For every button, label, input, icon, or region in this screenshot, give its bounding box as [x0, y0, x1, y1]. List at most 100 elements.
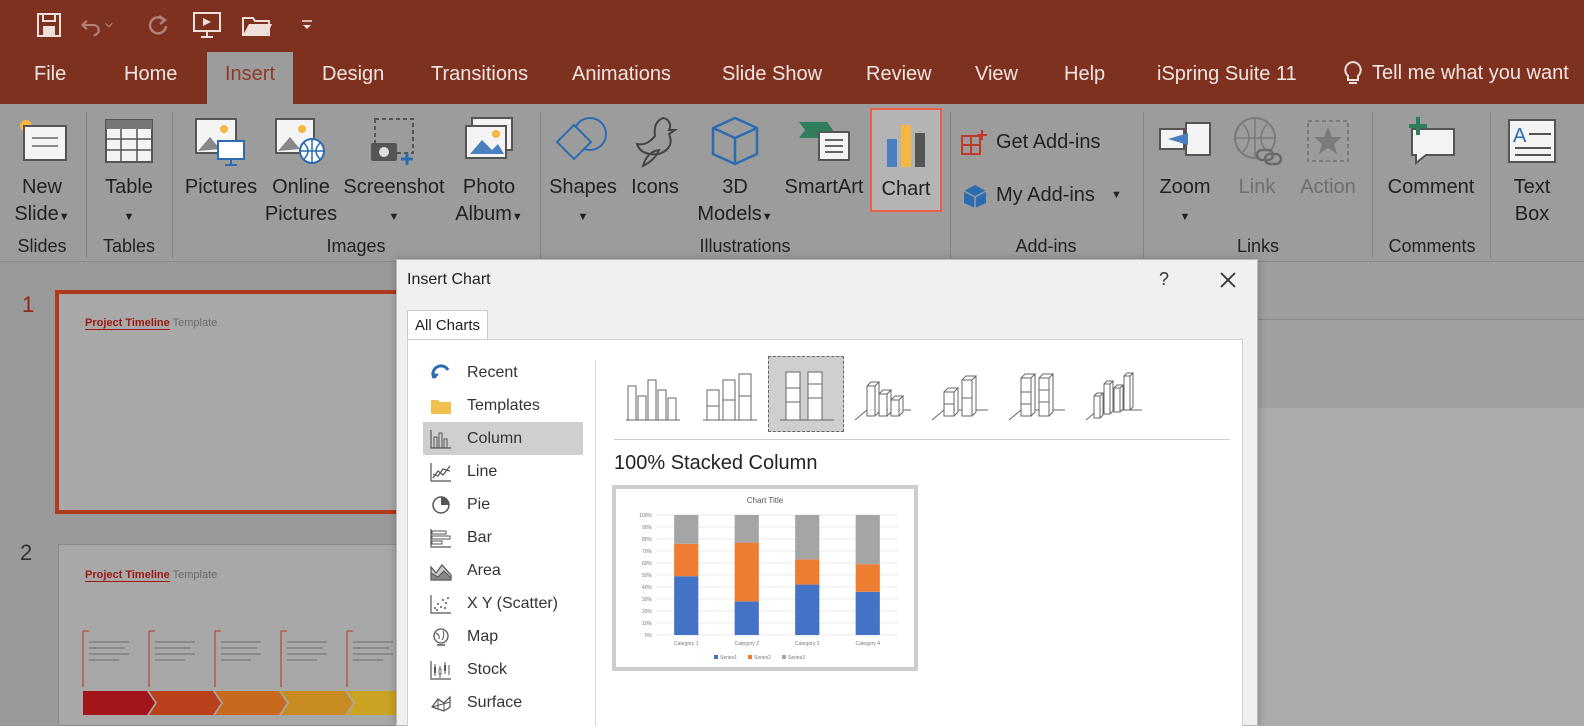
my-addins-button[interactable]: My Add-ins ▼ — [962, 182, 1122, 209]
table-button[interactable]: Table ▼ — [96, 108, 162, 231]
icons-button[interactable]: Icons — [622, 108, 688, 201]
slide-number: 1 — [22, 292, 35, 317]
help-button[interactable]: ? — [1159, 269, 1169, 290]
cube-icon — [711, 116, 759, 166]
category-bar[interactable]: Bar — [423, 521, 583, 554]
tell-me-search[interactable]: Tell me what you want — [1342, 60, 1569, 86]
tab-ispring[interactable]: iSpring Suite 11 — [1157, 63, 1297, 86]
legend-swatch — [714, 655, 718, 659]
zoom-button[interactable]: Zoom ▼ — [1152, 108, 1218, 231]
tab-all-charts[interactable]: All Charts — [407, 310, 489, 340]
area-chart-icon — [430, 563, 452, 581]
new-slide-label-1: New — [21, 176, 62, 198]
close-button[interactable] — [1213, 265, 1243, 295]
category-label: Column — [467, 429, 523, 447]
svg-text:A: A — [1513, 125, 1527, 147]
tab-animations[interactable]: Animations — [572, 63, 671, 86]
new-slide-button[interactable]: New Slide▼ — [4, 108, 80, 231]
recent-icon — [431, 363, 450, 379]
smartart-button[interactable]: SmartArt — [780, 108, 868, 201]
legend-swatch — [748, 655, 752, 659]
y-tick-label: 50% — [642, 573, 653, 579]
tab-review[interactable]: Review — [866, 63, 932, 86]
subtype-3d-stacked-column[interactable] — [922, 356, 998, 432]
folder-icon — [431, 399, 451, 414]
screenshot-button[interactable]: Screenshot ▼ — [342, 108, 446, 231]
category-label: Bar — [467, 528, 492, 546]
bar-segment — [674, 576, 699, 635]
x-tick-label: Category 2 — [735, 641, 760, 647]
subtype-3d-column[interactable] — [1076, 356, 1152, 432]
column-chart-icon — [887, 125, 925, 167]
subtype-3d-100-stacked-column[interactable] — [999, 356, 1075, 432]
category-label: Recent — [467, 363, 518, 381]
bar-segment — [734, 515, 759, 543]
link-button[interactable]: Link — [1224, 108, 1290, 201]
online-pictures-button[interactable]: Online Pictures — [264, 108, 338, 228]
category-column[interactable]: Column — [423, 422, 583, 455]
category-label: X Y (Scatter) — [467, 594, 558, 612]
separator — [86, 112, 87, 258]
get-addins-button[interactable]: Get Add-ins — [960, 128, 1101, 156]
subtype-3d-clustered-column[interactable] — [845, 356, 921, 432]
bar-segment — [795, 515, 820, 560]
bar-chart-icon — [430, 528, 451, 548]
slide-thumbnail-2[interactable]: Project Timeline Template — [58, 544, 401, 726]
category-templates[interactable]: Templates — [423, 389, 583, 422]
text-box-button[interactable]: A Text Box — [1500, 108, 1564, 228]
ruler-strip — [1257, 262, 1584, 320]
photo-album-button[interactable]: Photo Album▼ — [446, 108, 532, 231]
duck-icon — [635, 116, 679, 168]
comment-button[interactable]: Comment — [1380, 108, 1482, 201]
timeline-graphic — [82, 630, 401, 715]
action-button[interactable]: Action — [1292, 108, 1364, 201]
subtype-clustered-column[interactable] — [614, 356, 690, 432]
3d-100-stacked-column-icon — [1008, 373, 1065, 421]
subtype-100-stacked-column[interactable] — [768, 356, 844, 432]
open-folder-icon[interactable] — [240, 8, 274, 42]
slide-thumbnails-panel: 1 Project Timeline Template 2 Project Ti… — [0, 262, 401, 726]
category-line[interactable]: Line — [423, 455, 583, 488]
100-stacked-column-icon — [780, 371, 834, 421]
pictures-button[interactable]: Pictures — [180, 108, 262, 201]
category-scatter[interactable]: X Y (Scatter) — [423, 587, 583, 620]
slide-thumbnail-1[interactable]: Project Timeline Template — [55, 290, 400, 514]
subtype-stacked-column[interactable] — [691, 356, 767, 432]
save-icon[interactable] — [32, 8, 66, 42]
divider — [595, 360, 596, 726]
category-map[interactable]: Map — [423, 620, 583, 653]
category-surface[interactable]: Surface — [423, 686, 583, 719]
tab-home[interactable]: Home — [124, 63, 177, 86]
category-recent[interactable]: Recent — [423, 356, 583, 389]
chart-title: Chart Title — [747, 496, 784, 505]
smartart-label: SmartArt — [784, 176, 864, 198]
y-tick-label: 60% — [642, 561, 653, 567]
tab-file[interactable]: File — [34, 63, 66, 86]
chevron-down-icon: ▼ — [123, 211, 135, 223]
close-icon — [1220, 272, 1236, 288]
insert-ribbon: New Slide▼ Table ▼ Pictures Online Pictu… — [0, 104, 1584, 262]
redo-icon[interactable] — [140, 8, 174, 42]
start-from-beginning-icon[interactable] — [190, 8, 224, 42]
3d-models-label-1: 3D — [722, 176, 748, 198]
tab-view[interactable]: View — [975, 63, 1018, 86]
category-area[interactable]: Area — [423, 554, 583, 587]
3d-models-button[interactable]: 3D Models▼ — [692, 108, 778, 231]
tab-insert[interactable]: Insert — [207, 52, 294, 104]
online-pictures-label-1: Online — [272, 176, 330, 198]
category-stock[interactable]: Stock — [423, 653, 583, 686]
tab-help[interactable]: Help — [1064, 63, 1105, 86]
slide-canvas[interactable] — [1257, 408, 1584, 726]
customize-toolbar-icon[interactable] — [290, 8, 324, 42]
tab-slide-show[interactable]: Slide Show — [722, 63, 822, 86]
chart-preview[interactable]: Chart Title 100% 90% 80% 70% 60% 50% 40% 30% 20%… — [612, 485, 918, 671]
category-pie[interactable]: Pie — [423, 488, 583, 521]
undo-icon[interactable] — [80, 8, 114, 42]
pie-chart-icon — [432, 495, 450, 514]
shapes-button[interactable]: Shapes ▼ — [548, 108, 618, 231]
link-label: Link — [1238, 176, 1276, 198]
ribbon-tabs: File Home Insert Design Transitions Anim… — [0, 50, 1584, 104]
tab-design[interactable]: Design — [322, 63, 384, 86]
tab-transitions[interactable]: Transitions — [431, 63, 528, 86]
chart-button[interactable]: Chart — [870, 108, 942, 212]
